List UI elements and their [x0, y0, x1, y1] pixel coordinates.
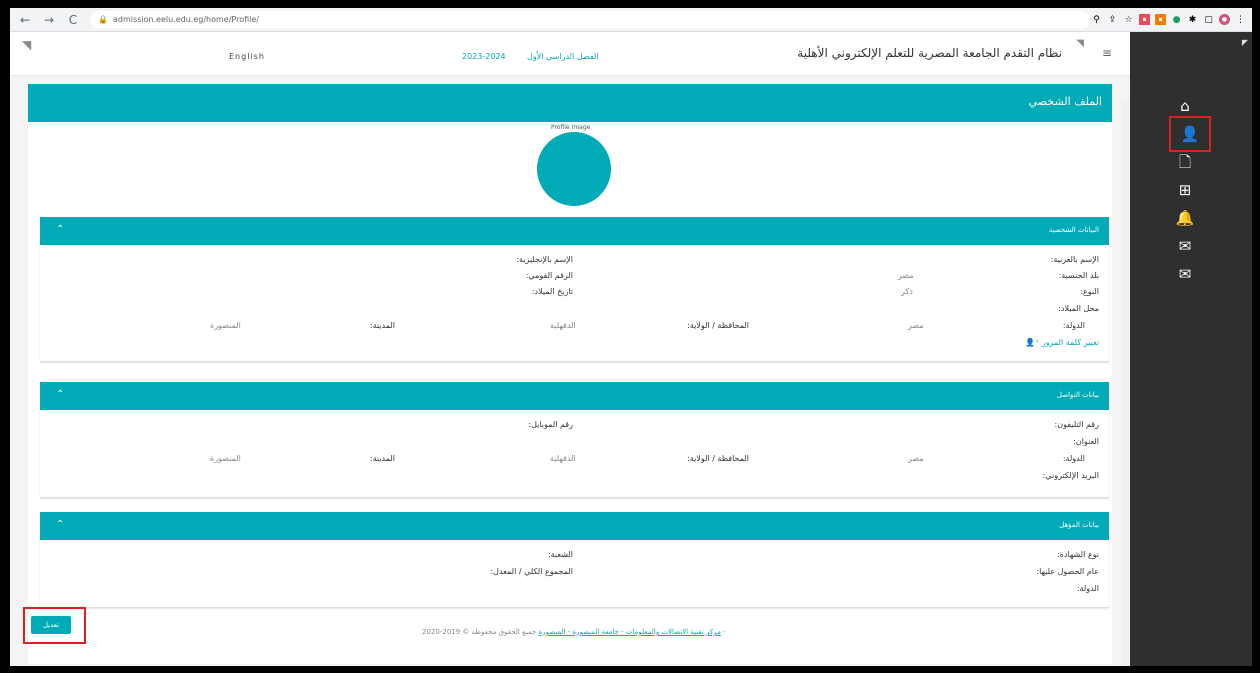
country-label: الدولة: [1062, 321, 1085, 330]
city-value: المنصورة [210, 321, 241, 330]
section-header[interactable]: ⌃ البيانات الشخصية [40, 217, 1109, 245]
extension-icon[interactable]: ● [1171, 14, 1182, 25]
year-label: عام الحصول عليها: [1036, 567, 1099, 576]
qualification-data-section: ⌃ بيانات المؤهل نوع الشهادة: الشعبة: عام… [40, 512, 1109, 608]
country-label: الدولة: [1062, 454, 1085, 463]
system-title: نظام التقدم الجامعة المصرية للتعلم الإلك… [797, 46, 1062, 60]
change-password-text: تغيير كلمة المرور [1041, 338, 1099, 347]
academic-term: الفصل الدراسي الأول [527, 52, 599, 61]
hamburger-menu-icon[interactable]: ≡ [1102, 46, 1112, 60]
browser-toolbar: ← → C 🔒 admission.eelu.edu.eg/home/Profi… [10, 8, 1252, 32]
user-key-icon: 👤⁺ [1025, 338, 1042, 347]
city-value: المنصورة [210, 454, 241, 463]
governorate-label: المحافظة / الولاية: [687, 454, 749, 463]
nationality-label: بلد الجنسية: [1058, 271, 1099, 280]
section-header[interactable]: ⌃ بيانات المؤهل [40, 512, 1109, 540]
profile-card-header: الملف الشخصي [28, 84, 1112, 122]
browser-window: ← → C 🔒 admission.eelu.edu.eg/home/Profi… [10, 8, 1252, 666]
gender-label: النوع: [1080, 287, 1099, 296]
document-icon[interactable]: 🗋 [1175, 153, 1195, 174]
personal-data-section: ⌃ البيانات الشخصية الإسم بالعربية: الإسم… [40, 217, 1109, 362]
chevron-up-icon[interactable]: ⌃ [56, 224, 64, 235]
branch-label: الشعبة: [547, 550, 573, 559]
birthdate-label: تاريخ الميلاد: [531, 287, 573, 296]
extensions-bar: ⚲ ⇪ ☆ ▪ ▪ ● ✱ ▢ ● ⋮ [1091, 14, 1246, 25]
page-title: الملف الشخصي [1028, 95, 1102, 108]
mobile-label: رقم الموبايل: [528, 420, 573, 429]
city-label: المدينة: [369, 321, 395, 330]
chevron-up-icon[interactable]: ⌃ [56, 389, 64, 400]
page-content: ◥ English 2023-2024 الفصل الدراسي الأول … [10, 32, 1130, 666]
university-logo-icon: ◥ [1076, 38, 1084, 49]
reload-button[interactable]: C [64, 11, 82, 29]
mail-icon[interactable]: ✉ [1175, 236, 1195, 256]
city-label: المدينة: [369, 454, 395, 463]
section-title: بيانات التواصل [1056, 391, 1099, 399]
pin-icon[interactable]: ◤ [1242, 38, 1248, 47]
top-header: ◥ English 2023-2024 الفصل الدراسي الأول … [10, 32, 1130, 76]
chevron-up-icon[interactable]: ⌃ [56, 519, 64, 530]
profile-avatar[interactable]: ● [1219, 14, 1230, 25]
governorate-value: الدقهلية [550, 454, 576, 463]
home-icon[interactable]: ⌂ [1175, 96, 1195, 116]
forward-button[interactable]: → [40, 11, 58, 29]
user-icon[interactable]: 👤 [1169, 116, 1211, 152]
section-title: بيانات المؤهل [1059, 521, 1099, 529]
section-title: البيانات الشخصية [1048, 226, 1099, 234]
share-icon[interactable]: ⇪ [1107, 14, 1118, 25]
email-label: البريد الإلكتروني: [1042, 471, 1099, 480]
inbox-icon[interactable]: ✉ [1175, 264, 1195, 284]
footer: مركز تقنية الاتصالات والمعلومات - جامعة … [422, 628, 726, 636]
kebab-menu-icon[interactable]: ⋮ [1235, 14, 1246, 25]
scrollbar[interactable] [1122, 100, 1130, 666]
logo-icon: ◥ [22, 38, 32, 52]
birthplace-label: محل الميلاد: [1058, 304, 1099, 313]
country-value: مصر [908, 321, 924, 330]
national-id-label: الرقم القومي: [525, 271, 573, 280]
academic-year: 2023-2024 [462, 52, 506, 61]
profile-image [537, 132, 611, 206]
puzzle-icon[interactable]: ✱ [1187, 14, 1198, 25]
country-value: مصر [908, 454, 924, 463]
language-switch[interactable]: English [229, 52, 265, 61]
lock-icon: 🔒 [98, 15, 108, 24]
footer-link[interactable]: مركز تقنية الاتصالات والمعلومات - جامعة … [538, 628, 720, 636]
name-en-label: الإسم بالإنجليزية: [516, 255, 573, 264]
back-button[interactable]: ← [16, 11, 34, 29]
extension-icon[interactable]: ▪ [1155, 14, 1166, 25]
address-label: العنوان: [1073, 437, 1099, 446]
highlight-box [23, 607, 86, 644]
address-bar[interactable]: 🔒 admission.eelu.edu.eg/home/Profile/ [90, 10, 1090, 29]
url-text: admission.eelu.edu.eg/home/Profile/ [112, 15, 259, 24]
change-password-link[interactable]: 👤⁺ تغيير كلمة المرور [1025, 338, 1099, 347]
total-label: المجموع الكلي / المعدل: [490, 567, 573, 576]
section-header[interactable]: ⌃ بيانات التواصل [40, 382, 1109, 410]
name-ar-label: الإسم بالعربية: [1050, 255, 1099, 264]
star-icon[interactable]: ☆ [1123, 14, 1134, 25]
governorate-label: المحافظة / الولاية: [687, 321, 749, 330]
sidepanel-icon[interactable]: ▢ [1203, 14, 1214, 25]
gender-value: ذكر [901, 287, 913, 296]
bell-icon[interactable]: 🔔 [1175, 208, 1195, 228]
profile-image-alt: Profile Image [551, 124, 591, 131]
cert-type-label: نوع الشهادة: [1056, 550, 1099, 559]
right-sidebar: ◤ ⌂ 👤 🗋 ⊞ 🔔 ✉ ✉ [1130, 32, 1252, 666]
nationality-value: مصر [898, 271, 914, 280]
profile-card: الملف الشخصي Profile Image ⌃ البيانات ال… [28, 84, 1112, 664]
country-label: الدولة: [1076, 584, 1099, 593]
file-plus-icon[interactable]: ⊞ [1175, 180, 1195, 200]
phone-label: رقم التليفون: [1054, 420, 1099, 429]
zoom-icon[interactable]: ⚲ [1091, 14, 1102, 25]
extension-icon[interactable]: ▪ [1139, 14, 1150, 25]
contact-data-section: ⌃ بيانات التواصل رقم التليفون: رقم الموب… [40, 382, 1109, 498]
governorate-value: الدقهلية [550, 321, 576, 330]
